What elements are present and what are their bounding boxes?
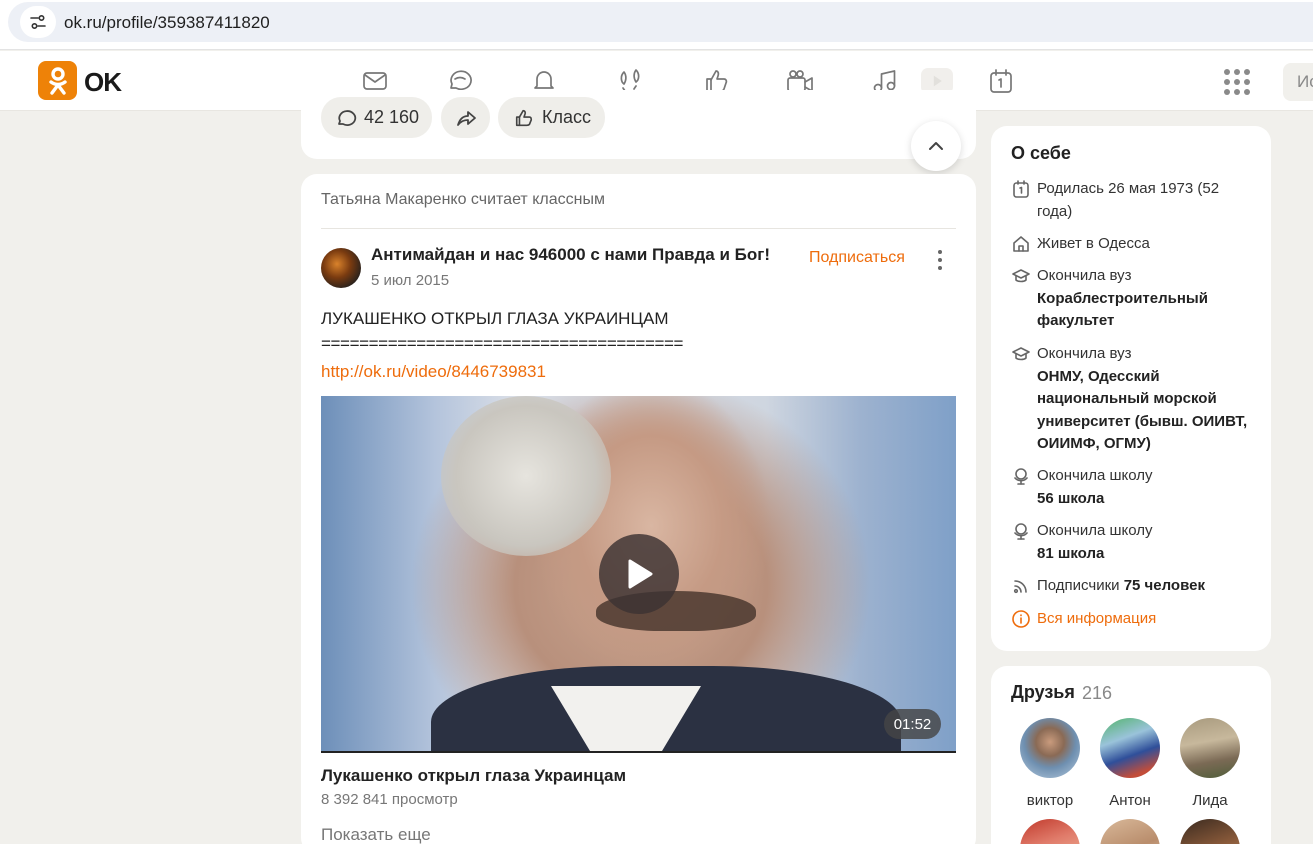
post-date[interactable]: 5 июл 2015	[371, 272, 449, 289]
more-options-icon[interactable]	[937, 250, 943, 270]
browser-toolbar: ok.ru/profile/359387411820	[0, 0, 1313, 50]
liked-by-line[interactable]: Татьяна Макаренко считает классным	[321, 191, 605, 209]
avatar[interactable]	[1020, 819, 1080, 844]
url-text[interactable]: ok.ru/profile/359387411820	[64, 13, 270, 33]
subscribe-button[interactable]: Подписаться	[809, 249, 905, 267]
graduation-cap-icon	[1011, 344, 1031, 364]
home-icon	[1011, 234, 1031, 254]
share-button[interactable]	[441, 97, 490, 138]
rss-icon	[1011, 576, 1031, 596]
friend-name[interactable]: виктор	[1010, 792, 1090, 809]
group-avatar[interactable]	[321, 248, 361, 288]
avatar[interactable]	[1180, 819, 1240, 844]
avatar[interactable]	[1100, 819, 1160, 844]
feed-post-card: Татьяна Макаренко считает классным Антим…	[301, 174, 976, 844]
school-name[interactable]: 56 школа	[1037, 490, 1104, 507]
location-city[interactable]: Одесса	[1098, 235, 1150, 252]
friends-title[interactable]: Друзья	[1011, 682, 1075, 703]
friend-name[interactable]: Антон	[1090, 792, 1170, 809]
share-icon	[456, 110, 476, 126]
play-button[interactable]	[599, 534, 679, 614]
location-prefix: Живет в	[1037, 235, 1094, 252]
friends-count: 216	[1082, 683, 1113, 703]
school-name[interactable]: 81 школа	[1037, 545, 1104, 562]
post-text-title: ЛУКАШЕНКО ОТКРЫЛ ГЛАЗА УКРАИНЦАМ	[321, 309, 669, 328]
video-duration-badge: 01:52	[884, 709, 941, 739]
globe-icon	[1011, 466, 1031, 486]
birth-text: Родилась 26 мая 1973 (52 года)	[1037, 180, 1220, 220]
school-label: Окончила школу	[1037, 467, 1153, 484]
info-icon	[1011, 609, 1031, 629]
friend-item[interactable]: виктор	[1010, 718, 1090, 809]
like-label: Класс	[542, 107, 591, 127]
calendar-icon	[1011, 179, 1031, 199]
about-title: О себе	[1011, 143, 1071, 163]
friend-name[interactable]: Лида	[1170, 792, 1250, 809]
apps-grid-icon[interactable]	[1224, 69, 1250, 95]
school-label: Окончила школу	[1037, 522, 1153, 539]
site-info-icon[interactable]	[20, 6, 56, 38]
university-label: Окончила вуз	[1037, 267, 1132, 284]
post-text-separator: ======================================	[321, 334, 684, 353]
search-input[interactable]: Ис	[1283, 63, 1313, 101]
all-info-label[interactable]: Вся информация	[1037, 608, 1257, 631]
video-frame-hair	[441, 396, 611, 556]
university-name[interactable]: Кораблестроительный факультет	[1037, 290, 1208, 330]
scroll-to-top-button[interactable]	[911, 121, 961, 171]
group-name-link[interactable]: Антимайдан и нас 946000 с нами Правда и …	[371, 245, 770, 265]
address-bar[interactable]: ok.ru/profile/359387411820	[8, 2, 1313, 42]
graduation-cap-icon	[1011, 266, 1031, 286]
show-more-link[interactable]: Показать еще	[321, 825, 431, 844]
logo-text[interactable]: OK	[84, 67, 122, 98]
comments-button[interactable]: 42 160	[321, 97, 432, 138]
ok-logo-icon[interactable]	[38, 61, 77, 100]
avatar[interactable]	[1100, 718, 1160, 778]
divider	[321, 228, 956, 229]
subscribers-label: Подписчики	[1037, 577, 1120, 594]
video-player[interactable]: 01:52	[321, 396, 956, 753]
university-label: Окончила вуз	[1037, 345, 1132, 362]
like-icon	[515, 109, 533, 126]
events-icon[interactable]	[985, 65, 1017, 97]
avatar[interactable]	[1020, 718, 1080, 778]
friend-item[interactable]: Лида	[1170, 718, 1250, 809]
avatar[interactable]	[1180, 718, 1240, 778]
about-card: О себе Родилась 26 мая 1973 (52 года) Жи…	[991, 126, 1271, 651]
friends-card: Друзья 216 виктор Антон Лида	[991, 666, 1271, 844]
friend-item[interactable]: Антон	[1090, 718, 1170, 809]
subscribers-count: 75 человек	[1123, 577, 1205, 594]
comment-icon	[338, 109, 357, 126]
like-button[interactable]: Класс	[498, 97, 605, 138]
comments-count: 42 160	[364, 107, 420, 127]
globe-icon	[1011, 521, 1031, 541]
search-placeholder: Ис	[1297, 72, 1313, 91]
video-title[interactable]: Лукашенко открыл глаза Украинцам	[321, 766, 626, 786]
play-icon	[628, 559, 653, 589]
chevron-up-icon	[929, 142, 943, 150]
video-views: 8 392 841 просмотр	[321, 791, 458, 808]
university-name[interactable]: ОНМУ, Одесский национальный морской унив…	[1037, 368, 1247, 453]
post-video-link[interactable]: http://ok.ru/video/8446739831	[321, 362, 546, 382]
